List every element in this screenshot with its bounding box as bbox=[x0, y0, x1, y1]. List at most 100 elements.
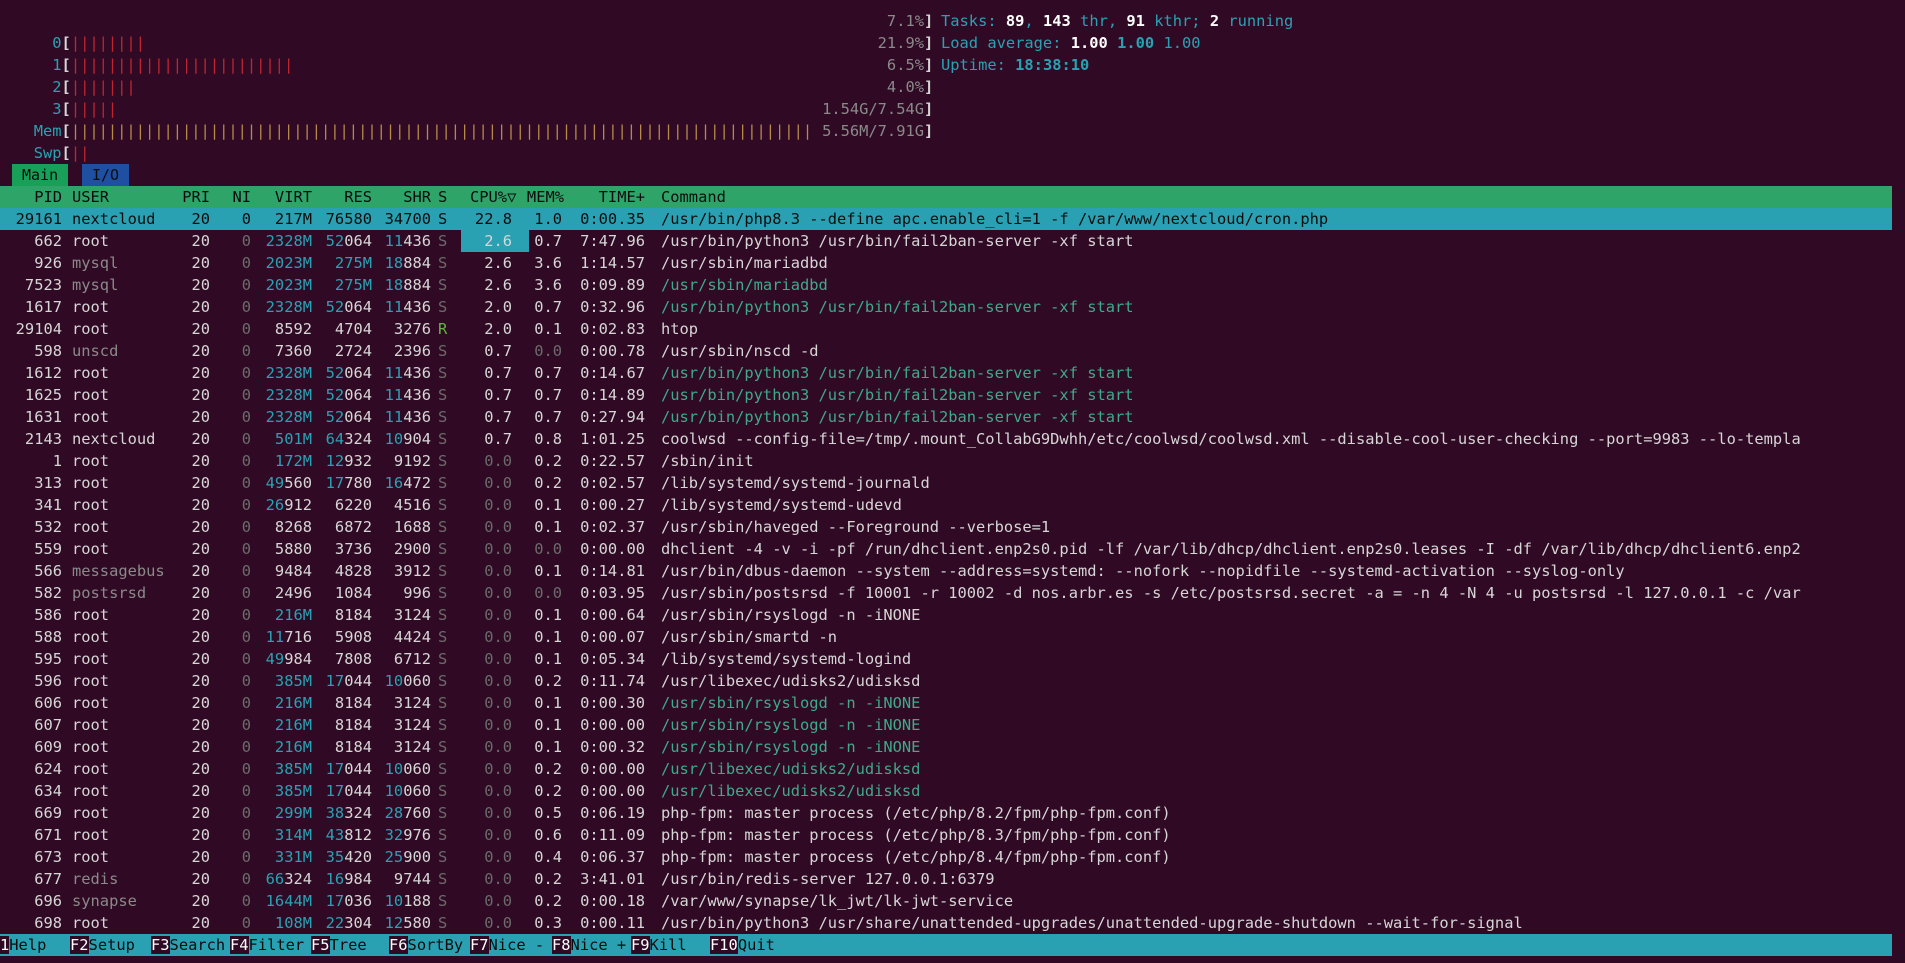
cell-mem: 0.3 bbox=[534, 914, 562, 932]
cell-mem: 0.7 bbox=[534, 408, 562, 426]
cell-user: root bbox=[72, 694, 110, 712]
fkey-kill[interactable]: F9Kill bbox=[631, 934, 687, 956]
col-virt[interactable]: VIRT bbox=[253, 186, 312, 208]
cell-time: 0:00.30 bbox=[580, 694, 645, 712]
process-row[interactable]: 595 root 20 0 49984 7808 6712 S 0.0 0.1 0:05.34/li… bbox=[0, 648, 1892, 670]
process-row[interactable]: 1625 root 20 0 2328M 52064 11436 S 0.7 0.7 0:14.89… bbox=[0, 384, 1892, 406]
cell-virt: 331M bbox=[274, 848, 312, 866]
process-row[interactable]: 698 root 20 0 108M 22304 12580 S 0.0 0.3 0:00.11/u… bbox=[0, 912, 1892, 934]
col-command[interactable]: Command bbox=[661, 186, 1892, 208]
fkey-filter[interactable]: F4Filter bbox=[230, 934, 304, 956]
process-row[interactable]: 662 root 20 0 2328M 52064 11436 S 2.6 0.7 7:47.96 /… bbox=[0, 230, 1892, 252]
col-pri[interactable]: PRI bbox=[176, 186, 210, 208]
cell-mem: 0.6 bbox=[534, 826, 562, 844]
cell-time: 0:03.95 bbox=[580, 584, 645, 602]
cell-time: 0:05.34 bbox=[580, 650, 645, 668]
fkey-search[interactable]: F3Search bbox=[151, 934, 225, 956]
cell-user: root bbox=[72, 364, 110, 382]
cell-cmd: /usr/bin/python3 /usr/bin/fail2ban-serve… bbox=[661, 408, 1134, 426]
process-row[interactable]: 7523 mysql 20 0 2023M 275M 18884 S 2.6 3.6 0:09.89… bbox=[0, 274, 1892, 296]
process-row[interactable]: 634 root 20 0 385M 17044 10060 S 0.0 0.2 0:00.00/u… bbox=[0, 780, 1892, 802]
process-row[interactable]: 606 root 20 0 216M 8184 3124 S 0.0 0.1 0:00.30/usr… bbox=[0, 692, 1892, 714]
cell-mem: 0.0 bbox=[534, 584, 562, 602]
fkey-setup[interactable]: F2Setup bbox=[70, 934, 135, 956]
process-row[interactable]: 532 root 20 0 8268 6872 1688 S 0.0 0.1 0:02.37/usr… bbox=[0, 516, 1892, 538]
cell-cmd: /usr/libexec/udisks2/udisksd bbox=[661, 760, 921, 778]
process-row[interactable]: 582 postsrsd 20 0 2496 1084 996 S 0.0 0.0 0:03.95 /… bbox=[0, 582, 1892, 604]
cell-user: root bbox=[72, 738, 110, 756]
col-user[interactable]: USER bbox=[72, 186, 172, 208]
process-row[interactable]: 1612 root 20 0 2328M 52064 11436 S 0.7 0.7 0:14.67… bbox=[0, 362, 1892, 384]
cell-time: 0:27.94 bbox=[580, 408, 645, 426]
process-row[interactable]: 607 root 20 0 216M 8184 3124 S 0.0 0.1 0:00.00/usr… bbox=[0, 714, 1892, 736]
fkey-help[interactable]: 1Help bbox=[0, 934, 46, 956]
cell-s: S bbox=[438, 210, 448, 228]
cell-mem: 0.1 bbox=[534, 606, 562, 624]
process-row[interactable]: 1 root 20 0 172M 12932 9192 S 0.0 0.2 0:22.57/sbin… bbox=[0, 450, 1892, 472]
col-res[interactable]: RES bbox=[313, 186, 372, 208]
fkey-key: F3 bbox=[151, 936, 170, 954]
cell-pid: 624 bbox=[34, 760, 62, 778]
process-row[interactable]: 926 mysql 20 0 2023M 275M 18884 S 2.6 3.6 1:14.57 /… bbox=[0, 252, 1892, 274]
cell-virt: 216M bbox=[274, 716, 312, 734]
process-row[interactable]: 566 messagebus 20 0 9484 4828 3912 S 0.0 0.1 0:14.… bbox=[0, 560, 1892, 582]
col-cpu[interactable]: CPU%▽ bbox=[470, 186, 530, 208]
process-row[interactable]: 586 root 20 0 216M 8184 3124 S 0.0 0.1 0:00.64/usr… bbox=[0, 604, 1892, 626]
fkey-label: Quit bbox=[737, 936, 775, 954]
process-row[interactable]: 598 unscd 20 0 7360 2724 2396 S 0.7 0.0 0:00.78/us… bbox=[0, 340, 1892, 362]
fkey-key: F4 bbox=[230, 936, 249, 954]
fkey-quit[interactable]: F10Quit bbox=[710, 934, 775, 956]
col-time[interactable]: TIME+ bbox=[572, 186, 645, 208]
cell-pid: 313 bbox=[34, 474, 62, 492]
col-pid[interactable]: PID bbox=[0, 186, 62, 208]
process-row[interactable]: 671 root 20 0 314M 43812 32976 S 0.0 0.6 0:11.09 ph… bbox=[0, 824, 1892, 846]
tab-main[interactable]: Main bbox=[12, 164, 69, 186]
cell-time: 7:47.96 bbox=[580, 232, 645, 250]
tab-io[interactable]: I/O bbox=[82, 164, 130, 186]
process-row[interactable]: 673 root 20 0 331M 35420 25900 S 0.0 0.4 0:06.37 ph… bbox=[0, 846, 1892, 868]
cell-shr: 12580 bbox=[384, 914, 431, 932]
cell-mem: 0.1 bbox=[534, 738, 562, 756]
process-row[interactable]: 559 root 20 0 5880 3736 2900 S 0.0 0.0 0:00.00 dhcl… bbox=[0, 538, 1892, 560]
fkey-sortby[interactable]: F6SortBy bbox=[389, 934, 463, 956]
process-row[interactable]: 624 root 20 0 385M 17044 10060 S 0.0 0.2 0:00.00/u… bbox=[0, 758, 1892, 780]
fkey-label: Filter bbox=[248, 936, 305, 954]
cell-pri: 20 bbox=[191, 386, 210, 404]
fkey-nice[interactable]: F7Nice - bbox=[470, 934, 544, 956]
cell-mem: 1.0 bbox=[534, 210, 562, 228]
cell-virt: 5880 bbox=[274, 540, 312, 558]
cell-user: root bbox=[72, 914, 110, 932]
cell-shr: 11436 bbox=[384, 364, 431, 382]
cell-shr: 3124 bbox=[393, 694, 431, 712]
col-s[interactable]: S bbox=[438, 186, 452, 208]
process-row[interactable]: 341 root 20 0 26912 6220 4516 S 0.0 0.1 0:00.27/li… bbox=[0, 494, 1892, 516]
process-row[interactable]: 313 root 20 0 49560 17780 16472 S 0.0 0.2 0:02.57 /… bbox=[0, 472, 1892, 494]
cell-res: 43812 bbox=[325, 826, 372, 844]
col-ni[interactable]: NI bbox=[219, 186, 251, 208]
process-row[interactable]: 588 root 20 0 11716 5908 4424 S 0.0 0.1 0:00.07/us… bbox=[0, 626, 1892, 648]
process-row[interactable]: 696 synapse 20 0 1644M 17036 10188 S 0.0 0.2 0:00.… bbox=[0, 890, 1892, 912]
cell-cmd: /usr/sbin/mariadbd bbox=[661, 254, 828, 272]
process-row[interactable]: 29161 nextcloud 20 0 217M 76580 34700 S 22.8 1.0 0… bbox=[0, 208, 1892, 230]
process-row[interactable]: 677 redis 20 0 66324 16984 9744 S 0.0 0.2 3:41.01 /… bbox=[0, 868, 1892, 890]
cell-pri: 20 bbox=[191, 848, 210, 866]
cell-shr: 11436 bbox=[384, 232, 431, 250]
cell-user: root bbox=[72, 320, 110, 338]
process-row[interactable]: 1631 root 20 0 2328M 52064 11436 S 0.7 0.7 0:27.94… bbox=[0, 406, 1892, 428]
col-shr[interactable]: SHR bbox=[373, 186, 431, 208]
cell-user: root bbox=[72, 386, 110, 404]
cell-virt: 2023M bbox=[265, 254, 312, 272]
process-row[interactable]: 1617 root 20 0 2328M 52064 11436 S 2.0 0.7 0:32.96… bbox=[0, 296, 1892, 318]
process-row[interactable]: 609 root 20 0 216M 8184 3124 S 0.0 0.1 0:00.32/usr… bbox=[0, 736, 1892, 758]
process-row[interactable]: 596 root 20 0 385M 17044 10060 S 0.0 0.2 0:11.74/u… bbox=[0, 670, 1892, 692]
process-row[interactable]: 669 root 20 0 299M 38324 28760 S 0.0 0.5 0:06.19 ph… bbox=[0, 802, 1892, 824]
process-row[interactable]: 29104 root 20 0 8592 4704 3276 R 2.0 0.1 0:02.83 ht… bbox=[0, 318, 1892, 340]
fkey-nice[interactable]: F8Nice + bbox=[552, 934, 626, 956]
cell-cpu: 0.0 bbox=[484, 562, 512, 580]
fkey-tree[interactable]: F5Tree bbox=[311, 934, 367, 956]
col-mem[interactable]: MEM% bbox=[522, 186, 564, 208]
process-row[interactable]: 2143 nextcloud 20 0 501M 64324 10904 S 0.7 0.8 1:0… bbox=[0, 428, 1892, 450]
fkey-label: Help bbox=[9, 936, 47, 954]
cell-shr: 18884 bbox=[384, 276, 431, 294]
cell-pri: 20 bbox=[191, 518, 210, 536]
